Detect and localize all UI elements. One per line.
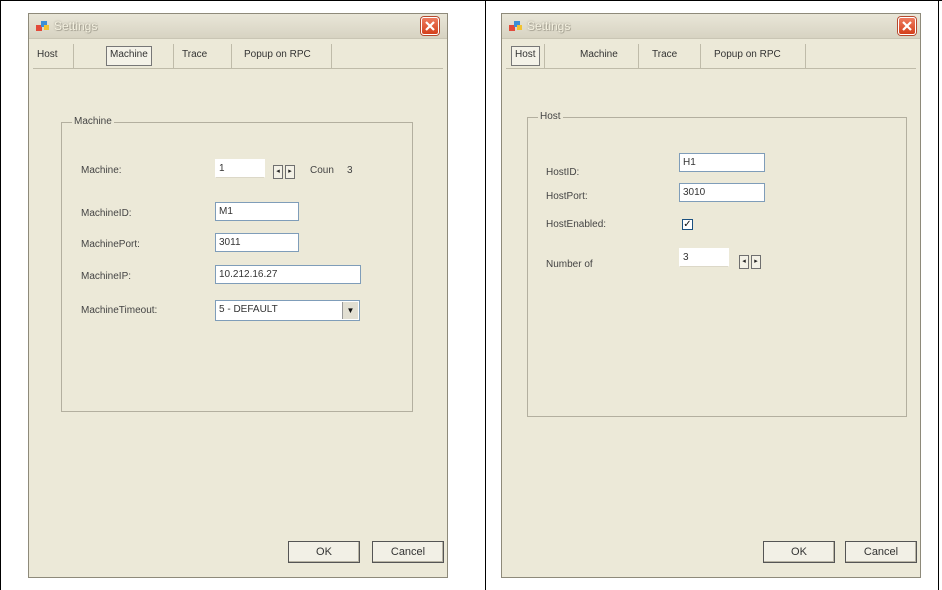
host-port-value: 3010 — [683, 187, 706, 198]
host-id-input[interactable]: H1 — [679, 153, 765, 172]
host-id-value: H1 — [683, 157, 696, 168]
machine-timeout-label: MachineTimeout: — [81, 305, 158, 316]
tab-separator — [700, 44, 701, 68]
host-enabled-label: HostEnabled: — [546, 219, 607, 230]
close-button[interactable] — [898, 17, 916, 35]
tab-machine[interactable]: Machine — [106, 46, 152, 66]
cancel-button[interactable]: Cancel — [845, 541, 917, 563]
ok-button[interactable]: OK — [763, 541, 835, 563]
spin-left-arrow[interactable]: ◂ — [273, 165, 283, 179]
machine-port-value: 3011 — [219, 237, 241, 248]
spin-right-arrow[interactable]: ▸ — [751, 255, 761, 269]
count-label: Coun — [310, 165, 334, 176]
tab-underline — [33, 68, 443, 69]
tab-separator — [805, 44, 806, 68]
tab-popup-on-rpc[interactable]: Popup on RPC — [244, 46, 311, 64]
machine-port-label: MachinePort: — [81, 239, 140, 250]
settings-dialog-host: Settings Host Machine Trace Popup on RPC… — [501, 13, 921, 578]
tab-machine[interactable]: Machine — [580, 46, 618, 64]
machine-id-label: MachineID: — [81, 208, 132, 219]
group-title: Machine — [72, 116, 114, 127]
tab-trace[interactable]: Trace — [182, 46, 207, 64]
frame-right — [938, 0, 939, 590]
machine-id-value: M1 — [219, 206, 233, 217]
settings-dialog-machine: Settings Host Machine Trace Popup on RPC… — [28, 13, 448, 578]
tab-popup-on-rpc[interactable]: Popup on RPC — [714, 46, 781, 64]
machine-timeout-select[interactable]: 5 - DEFAULT ▼ — [215, 300, 360, 321]
close-icon — [425, 21, 435, 31]
host-port-input[interactable]: 3010 — [679, 183, 765, 202]
tab-trace[interactable]: Trace — [652, 46, 677, 64]
machine-ip-input[interactable]: 10.212.16.27 — [215, 265, 361, 284]
spin-right-arrow-glyph: ▸ — [288, 168, 292, 175]
machine-ip-label: MachineIP: — [81, 271, 132, 282]
machine-ip-value: 10.212.16.27 — [219, 269, 278, 280]
close-icon — [902, 21, 912, 31]
settings-app-icon — [509, 21, 522, 31]
cancel-button[interactable]: Cancel — [372, 541, 444, 563]
title-bar: Settings — [29, 14, 447, 39]
machine-index-field[interactable]: 1 — [215, 159, 265, 178]
group-title: Host — [538, 111, 563, 122]
window-title: Settings — [54, 19, 98, 33]
host-port-label: HostPort: — [546, 191, 588, 202]
number-of-field[interactable]: 3 — [679, 248, 729, 267]
count-value: 3 — [347, 165, 353, 176]
tab-separator — [173, 44, 174, 68]
settings-app-icon — [36, 21, 49, 31]
number-of-value: 3 — [683, 252, 689, 263]
window-title: Settings — [527, 19, 571, 33]
frame-left — [0, 0, 1, 590]
tab-host[interactable]: Host — [511, 46, 540, 66]
spin-right-arrow-glyph: ▸ — [754, 258, 758, 265]
ok-button[interactable]: OK — [288, 541, 360, 563]
tab-separator — [73, 44, 74, 68]
machine-timeout-value: 5 - DEFAULT — [219, 304, 278, 315]
host-enabled-checkbox[interactable]: ✓ — [682, 219, 693, 230]
tab-separator — [331, 44, 332, 68]
machine-label: Machine: — [81, 165, 122, 176]
tab-separator — [638, 44, 639, 68]
checkmark: ✓ — [683, 219, 692, 230]
machine-id-input[interactable]: M1 — [215, 202, 299, 221]
spin-left-arrow-glyph: ◂ — [276, 168, 280, 175]
number-of-label: Number of — [546, 259, 593, 270]
machine-index-value: 1 — [219, 163, 225, 174]
spin-left-arrow-glyph: ◂ — [742, 258, 746, 265]
spin-right-arrow[interactable]: ▸ — [285, 165, 295, 179]
spin-left-arrow[interactable]: ◂ — [739, 255, 749, 269]
tab-underline — [506, 68, 916, 69]
dropdown-button[interactable]: ▼ — [342, 302, 358, 319]
chevron-down-icon: ▼ — [346, 306, 355, 315]
frame-top — [0, 0, 942, 1]
tab-separator — [231, 44, 232, 68]
machine-port-input[interactable]: 3011 — [215, 233, 299, 252]
title-bar: Settings — [502, 14, 920, 39]
tab-host[interactable]: Host — [37, 46, 58, 64]
tab-separator — [544, 44, 545, 68]
frame-middle — [485, 0, 486, 590]
close-button[interactable] — [421, 17, 439, 35]
host-id-label: HostID: — [546, 167, 580, 178]
